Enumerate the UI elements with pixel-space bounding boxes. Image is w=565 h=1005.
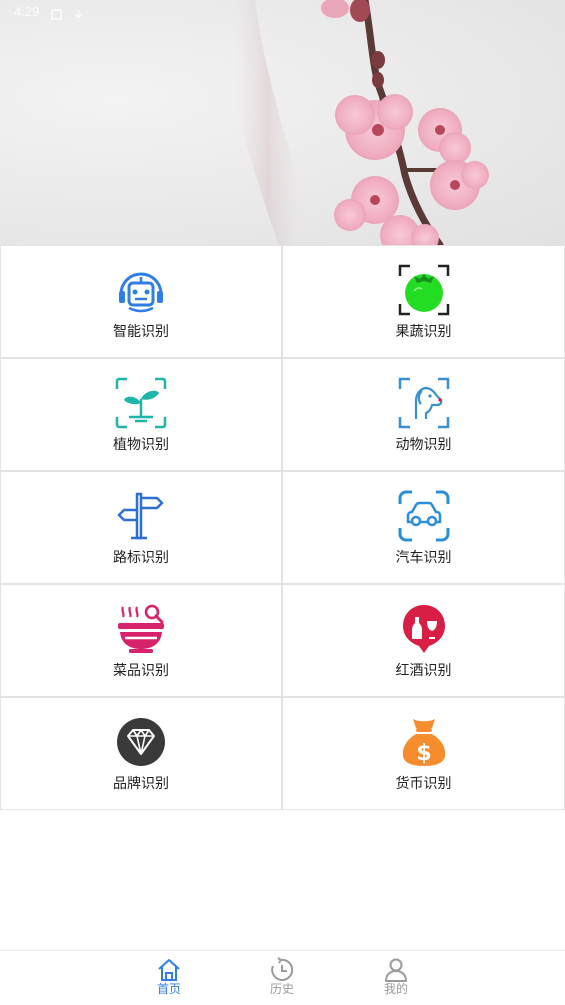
tab-label: 历史: [269, 982, 294, 996]
grid-item-label: 智能识别: [113, 324, 169, 340]
grid-item-label: 果蔬识别: [395, 324, 452, 340]
tab-home[interactable]: 首页: [139, 951, 199, 1005]
svg-text:$: $: [416, 741, 431, 766]
grid-item-animal-recognition[interactable]: 动物识别: [282, 358, 565, 471]
dish-icon: [115, 603, 167, 655]
robot-icon: [115, 264, 167, 316]
grid-item-label: 货币识别: [395, 776, 452, 792]
grid-item-dish-recognition[interactable]: 菜品识别: [0, 584, 282, 697]
grid-item-smart-recognition[interactable]: 智能识别: [0, 245, 282, 358]
tomato-icon: [398, 264, 450, 316]
plant-icon: [115, 377, 167, 429]
tab-history[interactable]: 历史: [252, 951, 312, 1005]
bottom-tab-bar: 首页 历史 我的: [0, 950, 565, 1005]
signpost-icon: [115, 490, 167, 542]
tab-profile[interactable]: 我的: [366, 951, 426, 1005]
grid-item-label: 路标识别: [113, 550, 169, 566]
money-bag-icon: $: [398, 716, 450, 768]
status-time: 4:29: [14, 4, 40, 19]
download-icon: [73, 5, 84, 19]
car-icon: [398, 490, 450, 542]
blossom-illustration: [215, 0, 489, 245]
grid-item-fruit-vegetable-recognition[interactable]: 果蔬识别: [282, 245, 565, 358]
grid-item-label: 红酒识别: [395, 663, 452, 679]
grid-item-label: 植物识别: [113, 437, 169, 453]
grid-item-wine-recognition[interactable]: 红酒识别: [282, 584, 565, 697]
wine-icon: [398, 603, 450, 655]
grid-item-label: 菜品识别: [113, 663, 169, 679]
dog-icon: [398, 377, 450, 429]
diamond-icon: [115, 716, 167, 768]
grid-item-road-sign-recognition[interactable]: 路标识别: [0, 471, 282, 584]
grid-item-currency-recognition[interactable]: $ 货币识别: [282, 697, 565, 810]
tab-label: 我的: [383, 982, 408, 996]
grid-item-car-recognition[interactable]: 汽车识别: [282, 471, 565, 584]
grid-item-label: 品牌识别: [113, 776, 169, 792]
grid-item-label: 动物识别: [395, 437, 452, 453]
grid-item-brand-recognition[interactable]: 品牌识别: [0, 697, 282, 810]
tab-label: 首页: [156, 982, 181, 996]
header-banner-image: [0, 0, 565, 245]
grid-item-label: 汽车识别: [395, 550, 452, 566]
status-bar: 4:29: [0, 0, 565, 24]
grid-item-plant-recognition[interactable]: 植物识别: [0, 358, 282, 471]
notification-icon: [51, 5, 62, 20]
recognition-grid: 智能识别 果蔬识别 植物识别 动物识别 路标识别 汽车识别 菜品识别 红酒识别 …: [0, 245, 565, 810]
